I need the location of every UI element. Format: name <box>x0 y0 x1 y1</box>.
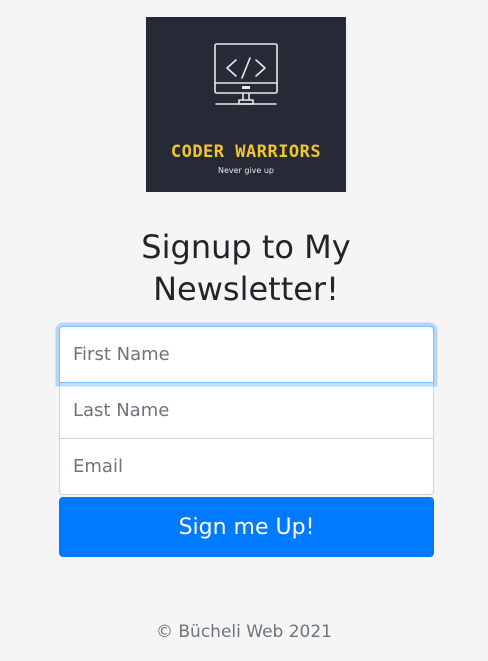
logo-brand-text: CODER WARRIORS <box>170 142 322 162</box>
first-name-input[interactable] <box>59 326 434 383</box>
footer-copyright: © Bücheli Web 2021 <box>155 622 332 642</box>
brand-logo: CODER WARRIORS Never give up <box>146 17 346 192</box>
last-name-input[interactable] <box>59 382 434 439</box>
page-title: Signup to My Newsletter! <box>141 228 351 308</box>
sign-up-button[interactable]: Sign me Up! <box>59 497 434 557</box>
email-input[interactable] <box>59 438 434 495</box>
logo-tagline: Never give up <box>217 166 275 175</box>
signup-form: Sign me Up! <box>59 326 434 557</box>
